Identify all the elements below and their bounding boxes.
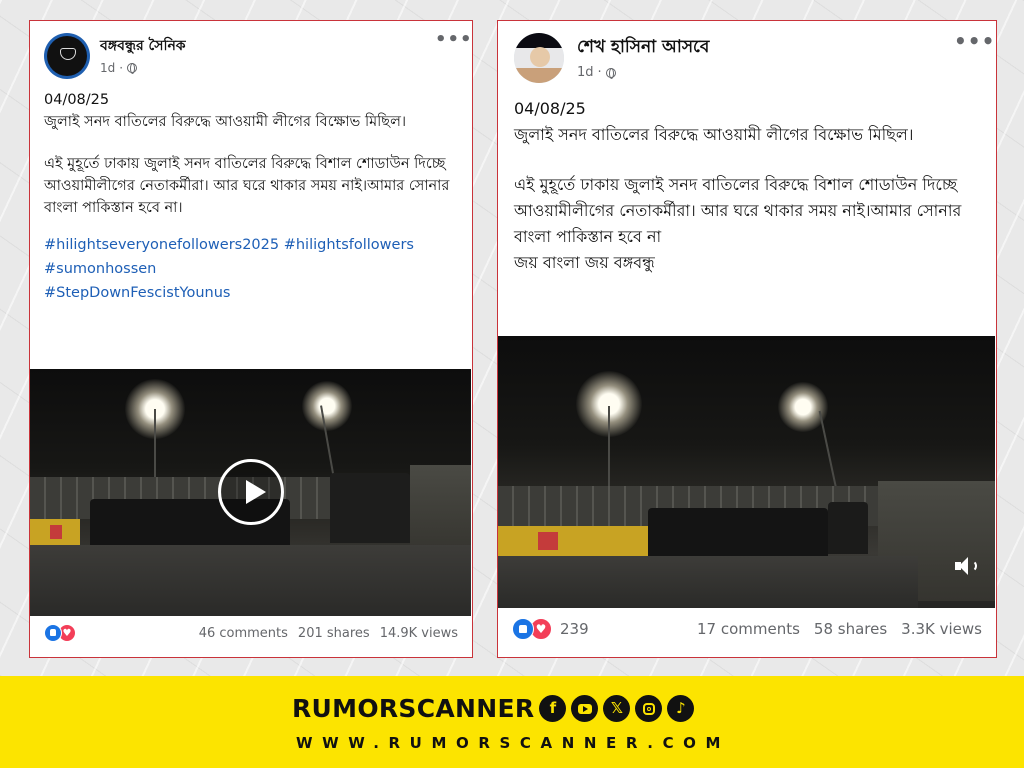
facebook-post-2: শেখ হাসিনা আসবে 1d · ••• 04/08/25 জুলাই … [497, 20, 997, 658]
post-body: এই মুহূর্তে ঢাকায় জুলাই সনদ বাতিলের বির… [514, 175, 962, 246]
post-time[interactable]: 1d [577, 65, 594, 80]
comments-count[interactable]: 17 comments [697, 620, 800, 638]
facebook-post-1: বঙ্গবন্ধুর সৈনিক 1d · ••• 04/08/25 জুলাই… [29, 20, 473, 658]
reactions[interactable]: 239 [512, 618, 589, 640]
like-icon [512, 618, 534, 640]
post-body: এই মুহূর্তে ঢাকায় জুলাই সনদ বাতিলের বির… [44, 156, 450, 216]
facebook-icon[interactable]: f [539, 695, 567, 722]
video-player[interactable] [30, 369, 471, 616]
shares-count[interactable]: 58 shares [814, 620, 887, 638]
more-options-icon[interactable]: ••• [954, 29, 995, 53]
page-avatar[interactable] [514, 33, 564, 83]
post-stats: 46 comments 201 shares 14.9K views [30, 624, 472, 642]
play-icon[interactable] [218, 459, 284, 525]
hashtag-line[interactable]: #sumonhossen [44, 257, 464, 281]
website-url[interactable]: WWW.RUMORSCANNER.COM [296, 734, 730, 752]
shares-count[interactable]: 201 shares [298, 626, 370, 641]
hashtag-line[interactable]: #hilightseveryonefollowers2025 #hilights… [44, 233, 464, 257]
hashtag-line[interactable]: #StepDownFescistYounus [44, 281, 464, 305]
globe-icon [127, 63, 138, 74]
post-meta: 1d · [100, 61, 138, 75]
globe-icon [605, 67, 616, 79]
rumorscanner-footer: RUMORSCANNER f 𝕏 ♪ WWW.RUMORSCANNER.COM [0, 676, 1024, 768]
views-count: 3.3K views [901, 620, 982, 638]
video-frame [498, 336, 995, 608]
page-name[interactable]: বঙ্গবন্ধুর সৈনিক [100, 34, 186, 58]
post-date: 04/08/25 [514, 99, 586, 118]
speaker-icon[interactable] [955, 556, 981, 576]
reaction-count: 239 [560, 620, 589, 638]
more-options-icon[interactable]: ••• [435, 29, 472, 50]
post-meta: 1d · [577, 65, 616, 80]
comments-count[interactable]: 46 comments [199, 626, 288, 641]
post-closing: জয় বাংলা জয় বঙ্গবন্ধু [514, 253, 655, 272]
reactions[interactable] [44, 624, 76, 642]
tiktok-icon[interactable]: ♪ [667, 695, 695, 722]
post-stats: 239 17 comments 58 shares 3.3K views [498, 618, 996, 640]
post-title-line: জুলাই সনদ বাতিলের বিরুদ্ধে আওয়ামী লীগের… [44, 114, 407, 130]
instagram-icon[interactable] [635, 695, 663, 722]
page-avatar[interactable] [44, 33, 90, 79]
views-count: 14.9K views [379, 625, 458, 641]
like-icon [44, 624, 62, 642]
post-date: 04/08/25 [44, 92, 110, 108]
youtube-icon[interactable] [571, 695, 599, 722]
x-icon[interactable]: 𝕏 [603, 695, 631, 722]
brand-row: RUMORSCANNER f 𝕏 ♪ [292, 694, 695, 723]
post-text: 04/08/25 জুলাই সনদ বাতিলের বিরুদ্ধে আওয়… [514, 96, 984, 276]
brand-name: RUMORSCANNER [292, 694, 535, 723]
post-text: 04/08/25 জুলাই সনদ বাতিলের বিরুদ্ধে আওয়… [44, 89, 464, 305]
video-player[interactable] [498, 336, 995, 608]
post-title-line: জুলাই সনদ বাতিলের বিরুদ্ধে আওয়ামী লীগের… [514, 125, 914, 144]
hashtags: #hilightseveryonefollowers2025 #hilights… [44, 233, 464, 305]
post-time[interactable]: 1d [100, 61, 115, 75]
page-name[interactable]: শেখ হাসিনা আসবে [577, 34, 709, 62]
